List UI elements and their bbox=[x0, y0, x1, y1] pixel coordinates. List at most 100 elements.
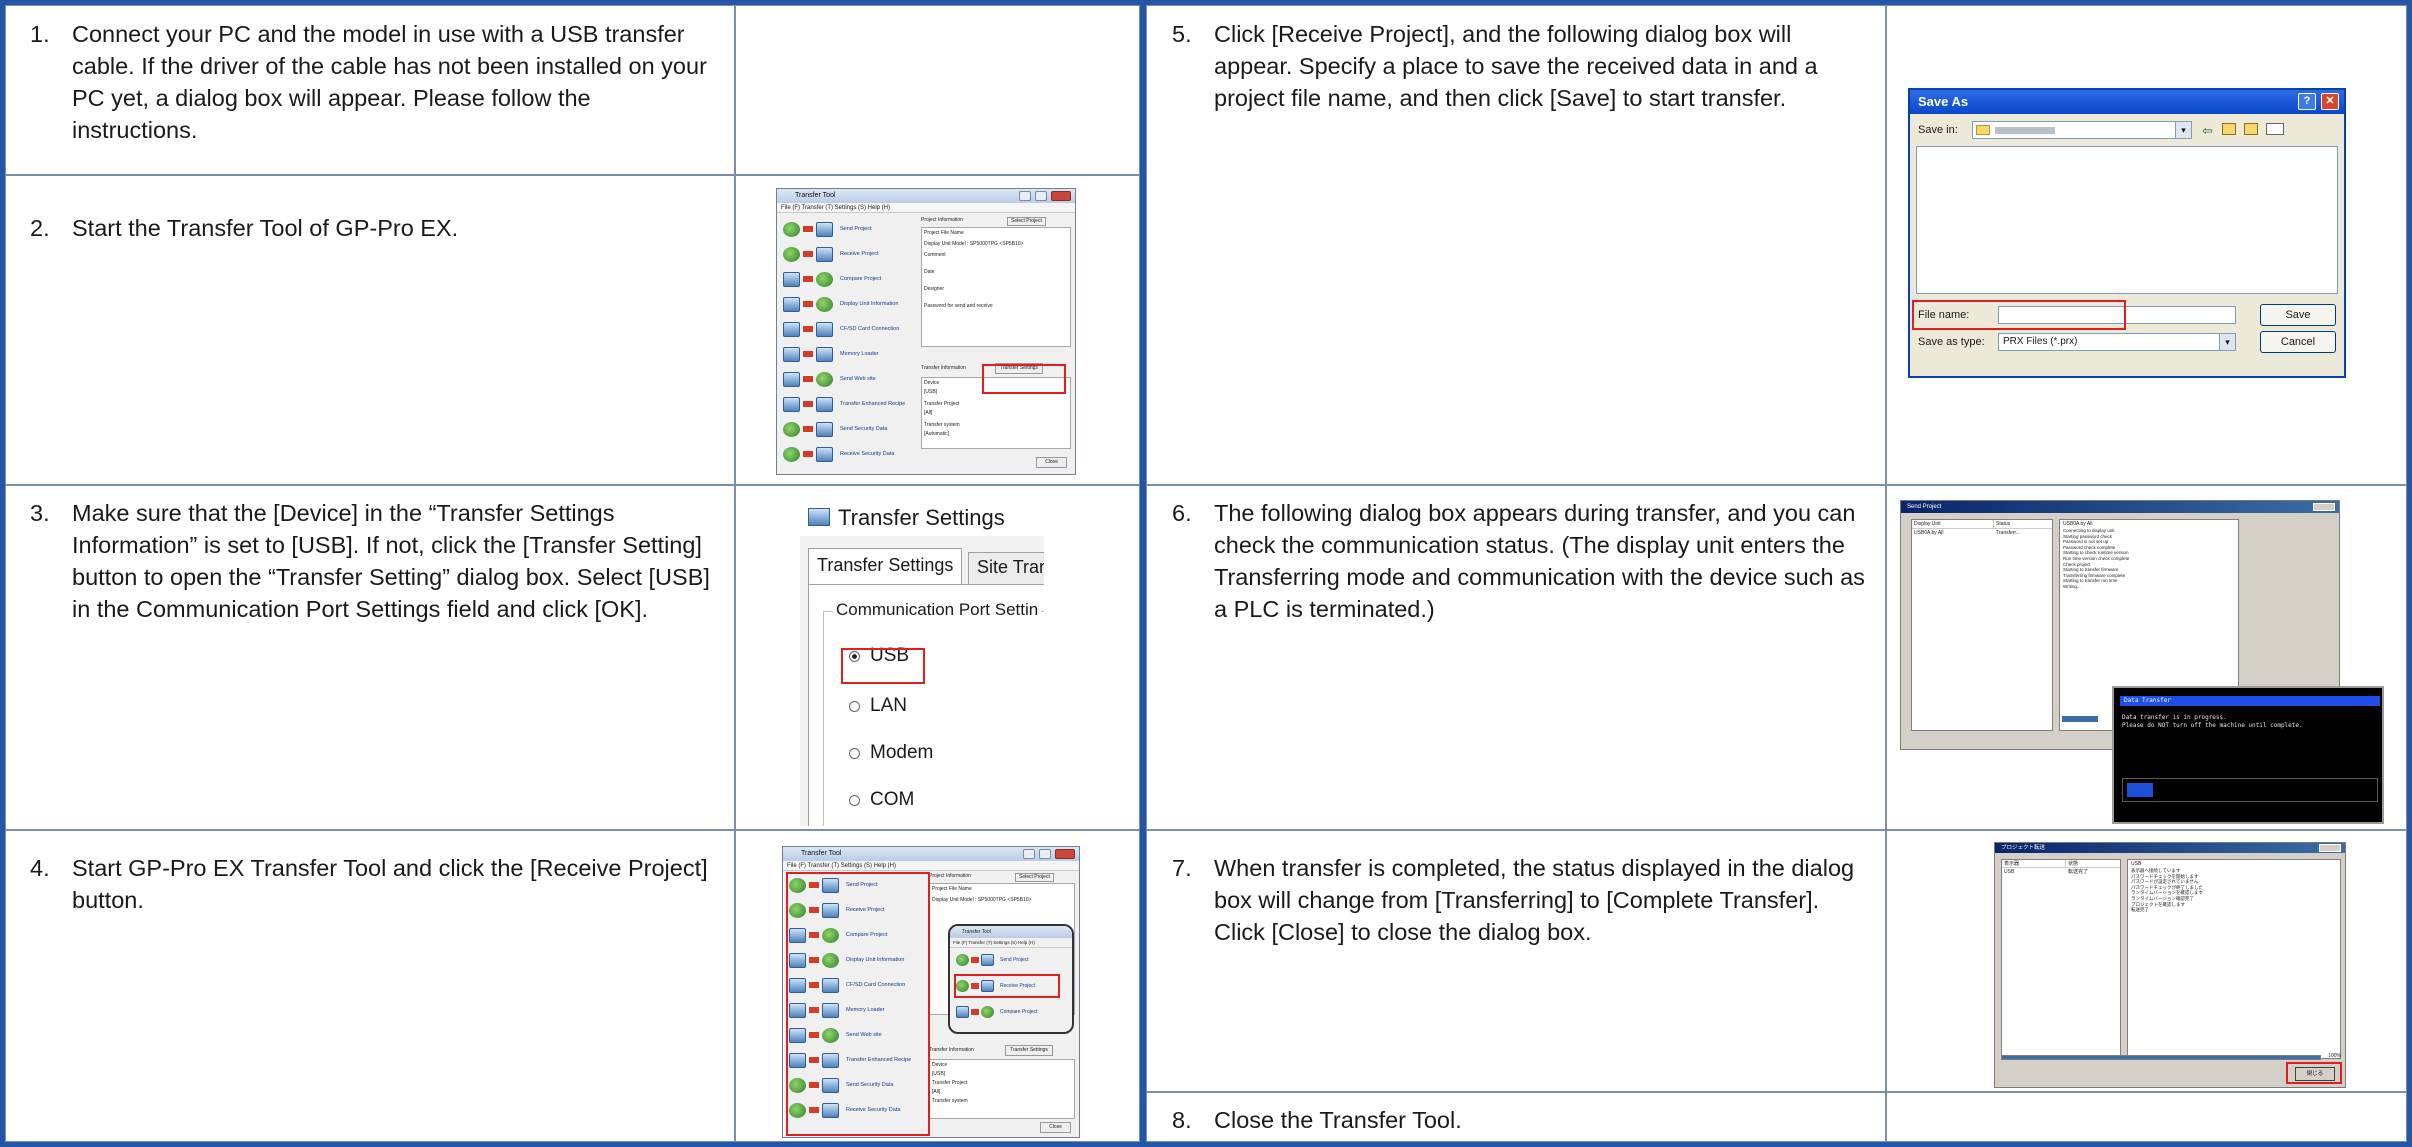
close-icon[interactable] bbox=[1051, 191, 1071, 201]
button-label: Send Web site bbox=[840, 376, 876, 382]
col-status: Status bbox=[1996, 521, 2011, 527]
highlight-receive-project bbox=[954, 974, 1060, 998]
table-row[interactable]: USB0A by All Transferr... bbox=[1912, 529, 2052, 538]
close-icon[interactable]: ✕ bbox=[2321, 93, 2339, 110]
up-folder-icon[interactable] bbox=[2222, 123, 2236, 135]
step-text: Close the Transfer Tool. bbox=[1214, 1107, 1462, 1133]
data-transfer-line2: Please do NOT turn off the machine until… bbox=[2122, 722, 2303, 729]
tab-site-transfer[interactable]: Site Tran bbox=[968, 552, 1044, 584]
view-menu-icon[interactable] bbox=[2266, 123, 2284, 135]
select-project-button[interactable]: Select Project bbox=[1007, 217, 1046, 226]
card-icon bbox=[783, 321, 800, 337]
log-header: USB bbox=[2131, 861, 2142, 867]
cancel-button[interactable]: Cancel bbox=[2260, 331, 2336, 353]
new-folder-icon[interactable] bbox=[2244, 123, 2258, 135]
data-transfer-title: Data Transfer bbox=[2120, 696, 2380, 706]
receive-project-button[interactable]: Receive Project bbox=[783, 244, 879, 264]
password-label: Password for send and receive bbox=[924, 303, 993, 309]
cf-sd-card-button[interactable]: CF/SD Card Connection bbox=[783, 319, 899, 339]
button-label: Send Project bbox=[1000, 957, 1029, 963]
button-label: Receive Security Data bbox=[840, 451, 895, 457]
log-lines: 表示器へ接続しています パスワードチェックを開始します パスワードが設定されていませ… bbox=[2131, 868, 2337, 913]
globe-icon bbox=[816, 296, 833, 312]
back-icon[interactable]: ⇦ bbox=[2202, 123, 2213, 139]
step-text: Start GP-Pro EX Transfer Tool and click … bbox=[72, 855, 708, 913]
radio-lan[interactable]: LAN bbox=[849, 695, 907, 717]
maximize-button[interactable] bbox=[1039, 849, 1051, 859]
button-label: Memory Loader bbox=[840, 351, 879, 357]
send-project-button[interactable]: Send Project bbox=[783, 219, 872, 239]
table-row[interactable]: USB 転送完了 bbox=[2002, 868, 2120, 876]
inset-compare-project[interactable]: Compare Project bbox=[956, 1006, 1038, 1018]
tab-panel: Communication Port Settin USB LAN Modem … bbox=[808, 584, 1044, 826]
receive-security-data-button[interactable]: Receive Security Data bbox=[783, 444, 894, 464]
file-list[interactable] bbox=[1916, 146, 2338, 294]
transfer-recipe-button[interactable]: Transfer Enhanced Recipe bbox=[783, 394, 905, 414]
select-project-button[interactable]: Select Project bbox=[1015, 873, 1054, 882]
project-info-panel: Project File Name Display Unit Model : S… bbox=[921, 227, 1071, 347]
maximize-button[interactable] bbox=[1035, 191, 1047, 201]
window-controls[interactable] bbox=[2313, 503, 2335, 511]
button-label: Send Project bbox=[840, 226, 872, 232]
project-file-name-label: Project File Name bbox=[932, 886, 972, 892]
security-icon bbox=[816, 446, 833, 462]
display-unit-info-button[interactable]: Display Unit Information bbox=[783, 294, 898, 314]
memory-loader-button[interactable]: Memory Loader bbox=[783, 344, 879, 364]
help-icon[interactable]: ? bbox=[2298, 93, 2316, 110]
button-label: Receive Project bbox=[840, 251, 879, 257]
log-line: 転送完了 bbox=[2131, 907, 2149, 913]
step-number: 7. bbox=[1172, 855, 1192, 881]
step-text: Start the Transfer Tool of GP-Pro EX. bbox=[72, 215, 459, 241]
step-number: 3. bbox=[30, 500, 50, 526]
send-security-data-button[interactable]: Send Security Data bbox=[783, 419, 887, 439]
radio-icon bbox=[849, 747, 860, 759]
unit-list: Display Unit Status USB0A by All Transferr… bbox=[1911, 519, 2053, 731]
arrow-icon bbox=[803, 301, 813, 307]
minimize-button[interactable] bbox=[1019, 191, 1031, 201]
arrow-icon bbox=[803, 276, 813, 282]
save-button[interactable]: Save bbox=[2260, 304, 2336, 326]
transfer-project-value: [All] bbox=[924, 410, 933, 416]
step-number: 5. bbox=[1172, 21, 1192, 47]
monitor-icon bbox=[816, 396, 833, 412]
close-button[interactable]: Close bbox=[1036, 457, 1067, 468]
inset-send-project[interactable]: Send Project bbox=[956, 954, 1029, 966]
transfer-icon bbox=[808, 508, 830, 526]
row-status: Transferr... bbox=[1996, 530, 2020, 536]
close-icon[interactable] bbox=[1055, 849, 1075, 859]
column-divider bbox=[1140, 0, 1146, 1147]
monitor-icon bbox=[956, 1006, 969, 1018]
radio-com[interactable]: COM bbox=[849, 789, 914, 811]
globe-icon bbox=[956, 954, 969, 966]
project-info-label: Project Information bbox=[921, 217, 963, 223]
data-transfer-screen: Data Transfer Data transfer is in progre… bbox=[2112, 686, 2384, 824]
step-number: 8. bbox=[1172, 1107, 1192, 1133]
document-icon bbox=[783, 371, 800, 387]
send-web-site-button[interactable]: Send Web site bbox=[783, 369, 876, 389]
button-label: Send Security Data bbox=[840, 426, 888, 432]
log-panel: USB 表示器へ接続しています パスワードチェックを開始します パスワードが設定され… bbox=[2127, 859, 2341, 1059]
compare-project-button[interactable]: Compare Project bbox=[783, 269, 881, 289]
arrow-icon bbox=[803, 351, 813, 357]
transfer-settings-button[interactable]: Transfer Settings bbox=[1005, 1045, 1053, 1056]
menu-bar: File (F) Transfer (T) Settings (S) Help … bbox=[783, 861, 1079, 871]
arrow-icon bbox=[971, 1009, 979, 1015]
monitor-icon bbox=[816, 221, 833, 237]
chevron-down-icon[interactable]: ▾ bbox=[2219, 334, 2235, 350]
display-unit-model: Display Unit Model : SP5000TPG <SP5B10> bbox=[924, 241, 1024, 247]
save-as-type-dropdown[interactable]: PRX Files (*.prx) ▾ bbox=[1998, 333, 2236, 351]
tab-transfer-settings[interactable]: Transfer Settings bbox=[808, 548, 963, 584]
save-in-dropdown[interactable]: ▾ bbox=[1972, 121, 2192, 139]
transfer-project-label: Transfer Project bbox=[924, 401, 960, 407]
button-label: Transfer Enhanced Recipe bbox=[840, 401, 906, 407]
save-as-dialog: Save As ? ✕ Save in: ▾ ⇦ File name: Save… bbox=[1908, 88, 2346, 378]
minimize-button[interactable] bbox=[1023, 849, 1035, 859]
complete-progress-fill bbox=[2002, 1056, 2320, 1059]
folder-name-blurred bbox=[1995, 127, 2055, 134]
window-controls[interactable] bbox=[2319, 844, 2341, 852]
chevron-down-icon[interactable]: ▾ bbox=[2175, 122, 2191, 138]
dialog-titlebar: Transfer Settings bbox=[800, 500, 1044, 536]
close-button[interactable]: Close bbox=[1040, 1122, 1071, 1133]
step-text: Make sure that the [Device] in the “Tran… bbox=[72, 500, 710, 622]
radio-modem[interactable]: Modem bbox=[849, 742, 933, 764]
